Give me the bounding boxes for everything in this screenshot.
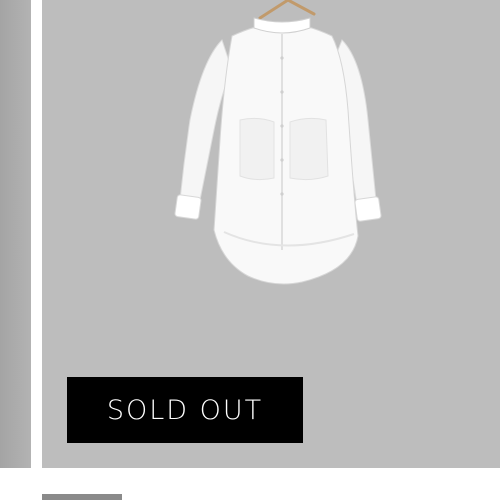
sold-out-badge: SOLD OUT: [67, 377, 303, 443]
card-gap: [31, 0, 42, 468]
product-card[interactable]: SOLD OUT: [42, 0, 500, 468]
product-image[interactable]: [162, 0, 392, 290]
next-row-card-edge[interactable]: [42, 494, 122, 500]
shirt-icon: [174, 17, 382, 285]
previous-product-card-edge[interactable]: [0, 0, 31, 468]
sold-out-label: SOLD OUT: [106, 394, 264, 426]
hanger-icon: [258, 0, 316, 20]
